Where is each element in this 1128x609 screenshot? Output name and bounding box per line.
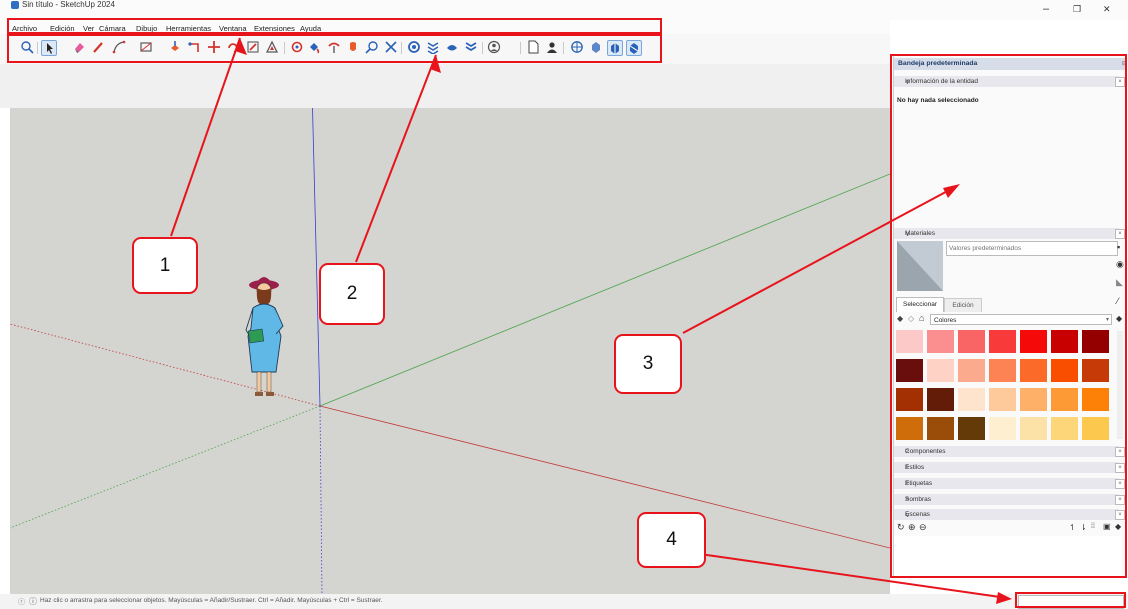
blue-axis-negative (319, 405, 323, 594)
callout-3: 3 (614, 334, 682, 394)
maximize-button[interactable]: ❐ (1073, 4, 1081, 15)
info-icon[interactable]: ⓘ (29, 596, 37, 607)
annotation-box-tray (890, 54, 1127, 578)
person-figure[interactable] (236, 268, 296, 408)
callout-2: 2 (319, 263, 385, 325)
green-axis-negative (10, 405, 321, 529)
sketchup-logo-icon (11, 1, 19, 9)
green-axis (319, 173, 890, 407)
status-hint: Haz clic o arrastra para seleccionar obj… (40, 597, 383, 604)
title-bar: Sin título - SketchUp 2024 – ❐ ✕ (0, 0, 1128, 20)
blue-axis (312, 108, 321, 407)
annotation-box-toolbar (7, 34, 662, 63)
drawing-viewport[interactable] (10, 108, 890, 594)
status-bar: ⓡ ⓘ Haz clic o arrastra para seleccionar… (0, 594, 1128, 609)
annotation-box-menu (7, 18, 662, 34)
minimize-button[interactable]: – (1043, 3, 1049, 15)
toolbar-empty-area (0, 64, 890, 108)
window-title: Sin título - SketchUp 2024 (22, 0, 115, 9)
annotation-box-measurements (1015, 592, 1126, 608)
close-button[interactable]: ✕ (1103, 4, 1111, 15)
red-axis (319, 405, 890, 549)
callout-4: 4 (637, 512, 706, 568)
axes-drawing (10, 108, 890, 594)
geolocation-icon[interactable]: ⓡ (18, 597, 25, 607)
callout-1: 1 (132, 237, 198, 294)
